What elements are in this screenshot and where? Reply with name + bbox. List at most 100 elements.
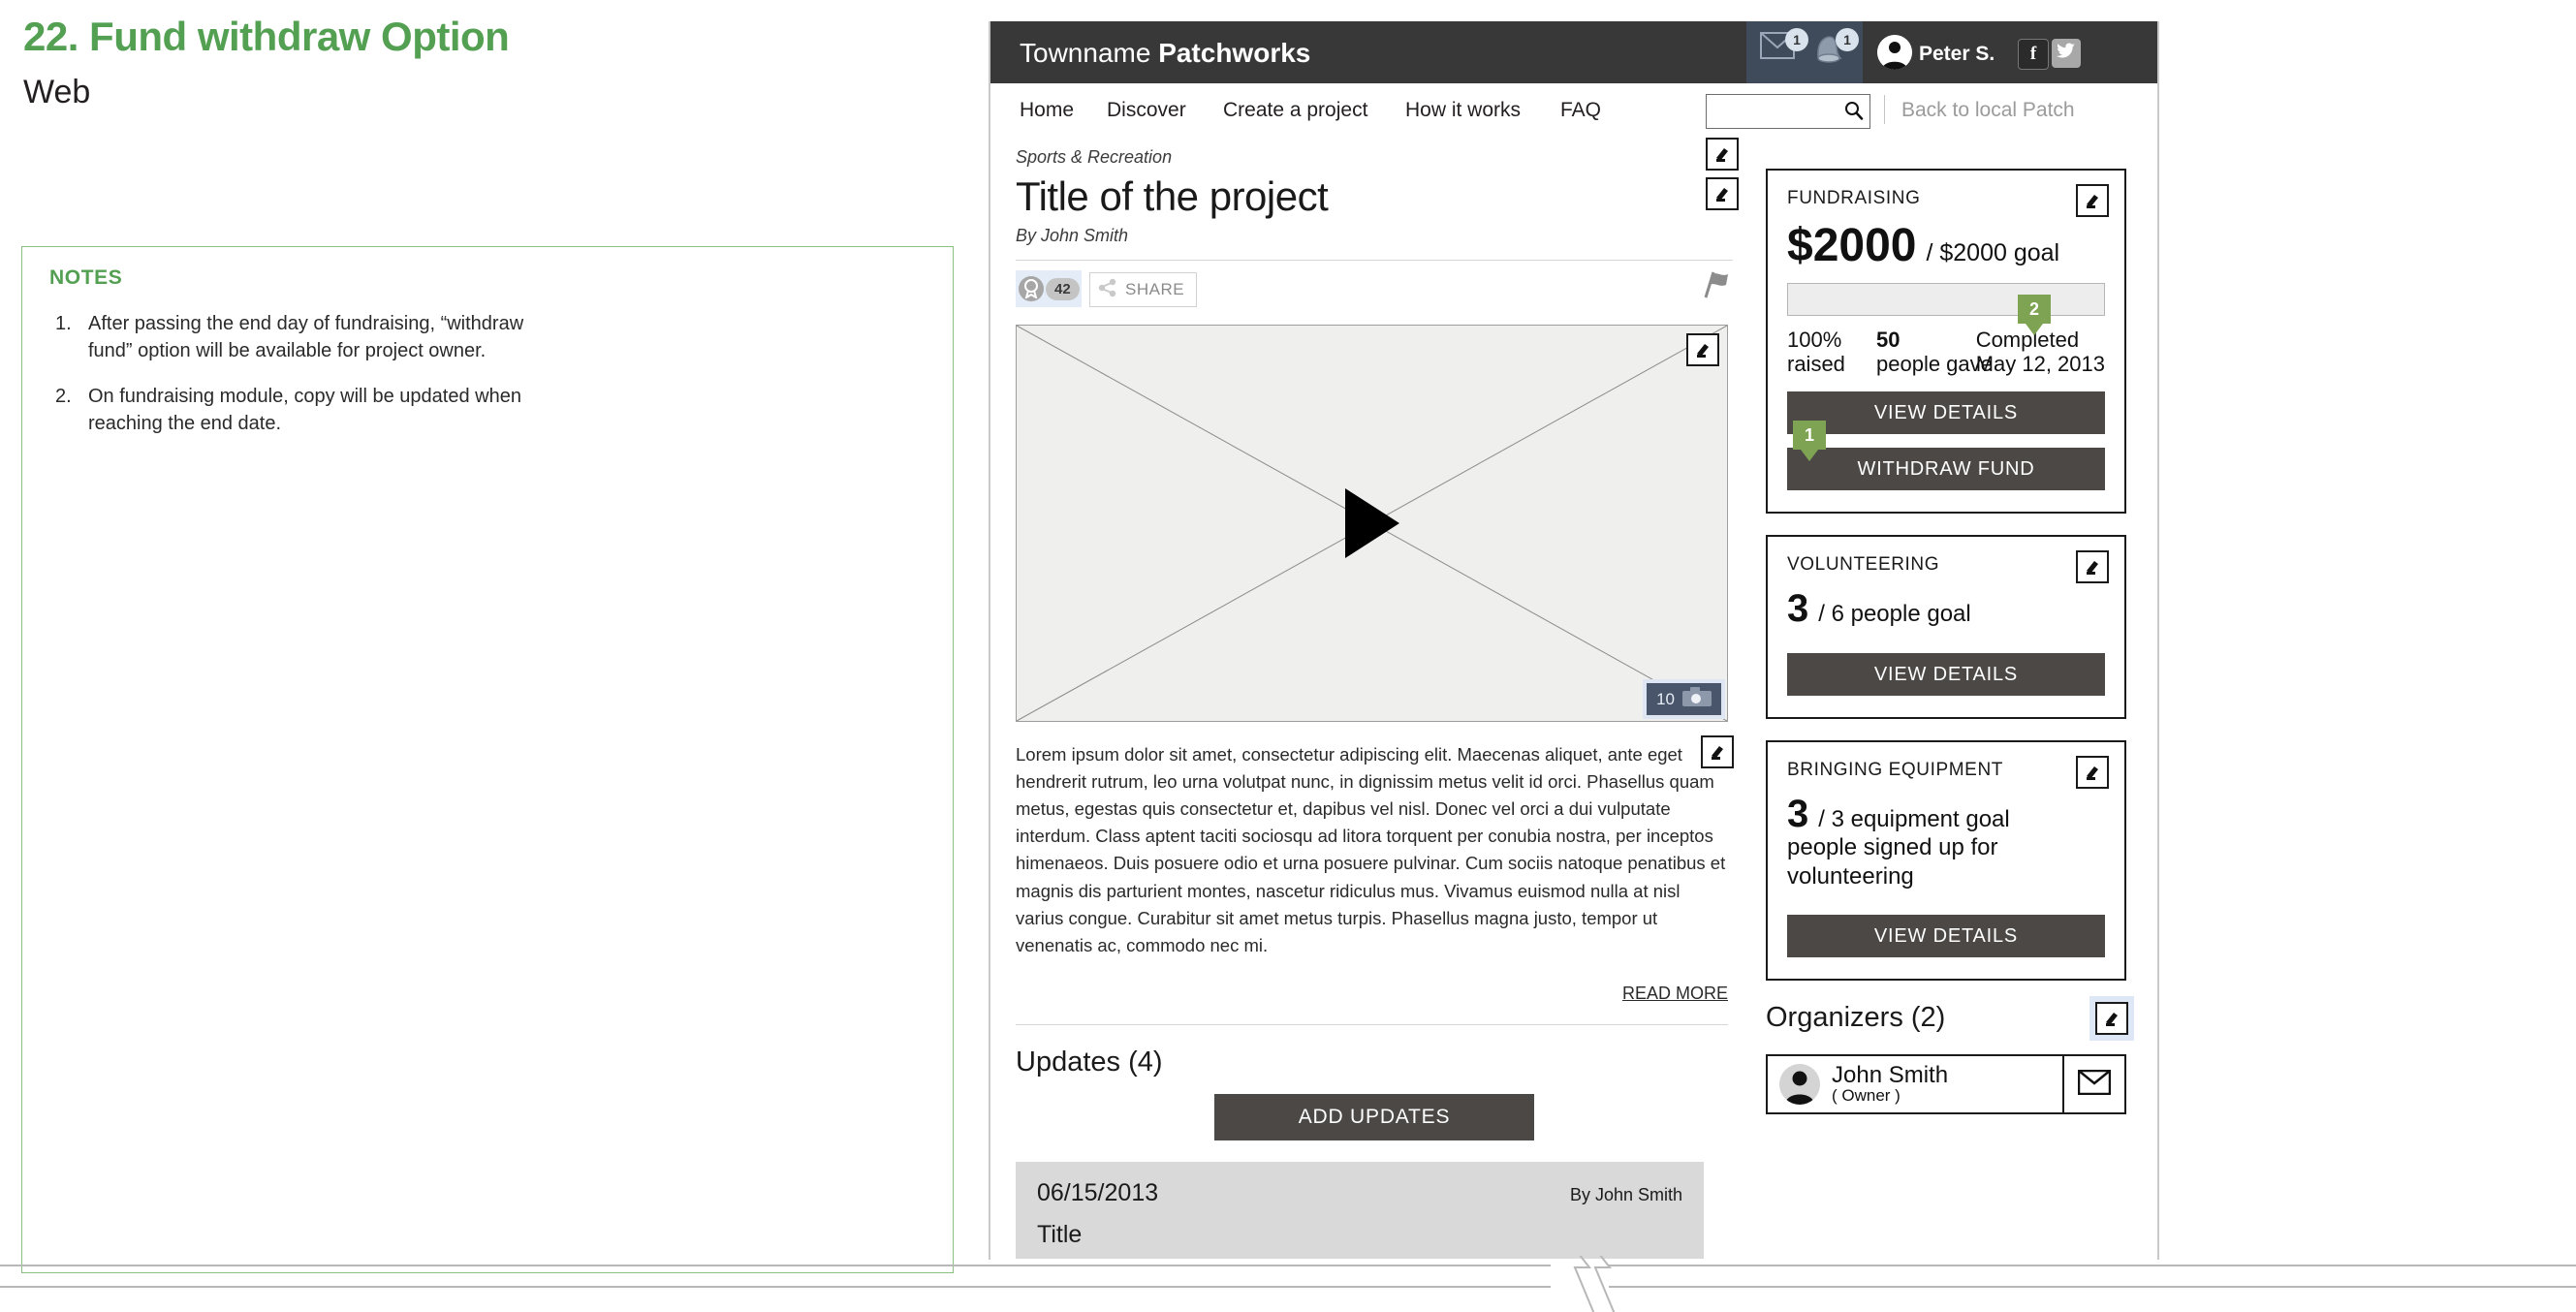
page-title: 22. Fund withdraw Option [23, 14, 510, 59]
equipment-view-details-button[interactable]: VIEW DETAILS [1787, 915, 2105, 957]
nav-create-a-project[interactable]: Create a project [1223, 99, 1367, 122]
stat-label: raised [1787, 352, 1845, 377]
edit-media-button[interactable] [1686, 333, 1719, 366]
spec-column: 22. Fund withdraw Option Web NOTES 1. Af… [0, 0, 989, 1312]
notes-list: 1. After passing the end day of fundrais… [55, 311, 559, 456]
back-to-local-patch-link[interactable]: Back to local Patch [1901, 99, 2075, 122]
equipment-panel: BRINGING EQUIPMENT 3 / 3 equipment goal p… [1766, 740, 2126, 981]
search-box[interactable] [1706, 94, 1870, 129]
project-description-text: Lorem ipsum dolor sit amet, consectetur … [1016, 744, 1726, 955]
add-updates-button[interactable]: ADD UPDATES [1214, 1094, 1534, 1141]
organizer-list-item[interactable]: John Smith ( Owner ) [1766, 1054, 2126, 1114]
project-category: Sports & Recreation [1016, 147, 1173, 167]
ribbon-award-icon [1019, 276, 1044, 301]
volunteering-count: 3 [1787, 587, 1809, 630]
fundraising-panel: FUNDRAISING $2000 / $2000 goal 2 100% rai… [1766, 169, 2126, 514]
divider [1016, 260, 1733, 261]
main-nav: Home Discover Create a project How it wo… [990, 83, 2157, 138]
brand-prefix: Townname [1020, 38, 1159, 68]
project-title: Title of the project [1016, 173, 1329, 219]
nav-home[interactable]: Home [1020, 99, 1074, 122]
notifications-badge: 1 [1836, 28, 1859, 51]
update-list-item[interactable]: 06/15/2013 By John Smith Title [1016, 1162, 1704, 1260]
twitter-bird-icon [2057, 43, 2076, 65]
notes-panel: NOTES 1. After passing the end day of fu… [21, 246, 954, 1273]
fundraising-goal: / $2000 goal [1926, 239, 2060, 266]
social-action-row: 42 SHARE [1016, 270, 1733, 307]
volunteering-panel: VOLUNTEERING 3 / 6 people goal VIEW DETAI… [1766, 535, 2126, 719]
edit-fundraising-button[interactable] [2076, 184, 2109, 217]
platform-label: Web [23, 74, 91, 110]
messages-button[interactable]: 1 [1760, 28, 1808, 73]
edit-description-button[interactable] [1701, 735, 1734, 768]
bell-icon [1810, 36, 1849, 71]
brand-bold: Patchworks [1158, 38, 1311, 68]
update-title: Title [1037, 1221, 1083, 1249]
facebook-button[interactable]: f [2018, 39, 2049, 70]
read-more-link[interactable]: READ MORE [1016, 981, 1728, 1007]
envelope-icon [1760, 32, 1801, 67]
equipment-goal: / 3 equipment goal [1818, 806, 2010, 832]
withdraw-fund-button[interactable]: WITHDRAW FUND [1787, 448, 2105, 490]
username-label[interactable]: Peter S. [1919, 43, 1995, 66]
edit-category-button[interactable] [1706, 138, 1739, 171]
photo-count-badge[interactable]: 10 [1643, 679, 1725, 719]
messages-badge: 1 [1785, 28, 1808, 51]
note-item: 2. On fundraising module, copy will be u… [55, 384, 559, 437]
nav-faq[interactable]: FAQ [1560, 99, 1601, 122]
edit-organizers-button[interactable] [2089, 996, 2134, 1041]
update-author: By John Smith [1569, 1185, 1682, 1205]
app-mockup-frame: Townname Patchworks 1 1 Peter S. f Home … [989, 21, 2159, 1260]
nav-how-it-works[interactable]: How it works [1405, 99, 1521, 122]
edit-title-button[interactable] [1706, 177, 1739, 210]
annotation-marker-1: 1 [1793, 421, 1826, 450]
brand-logo[interactable]: Townname Patchworks [1020, 38, 1310, 69]
notes-heading: NOTES [49, 266, 123, 289]
search-input[interactable] [1712, 99, 1842, 124]
volunteering-goal: / 6 people goal [1818, 601, 1971, 627]
note-text: After passing the end day of fundraising… [88, 313, 524, 361]
flag-icon[interactable] [1700, 270, 1733, 304]
organizer-text: John Smith ( Owner ) [1832, 1063, 1948, 1106]
nav-discover[interactable]: Discover [1107, 99, 1186, 122]
magnifier-icon[interactable] [1844, 101, 1864, 125]
equipment-count: 3 [1787, 793, 1809, 835]
note-text: On fundraising module, copy will be upda… [88, 386, 521, 434]
organizers-header: Organizers (2) [1766, 996, 2134, 1045]
stat-percent-raised: 100% raised [1787, 328, 1845, 377]
edit-equipment-button[interactable] [2076, 756, 2109, 789]
organizer-role: ( Owner ) [1832, 1086, 1901, 1106]
project-video-placeholder[interactable]: 10 [1016, 325, 1728, 722]
volunteering-view-details-button[interactable]: VIEW DETAILS [1787, 653, 2105, 696]
fundraising-stats: 2 100% raised 50 people gave Completed M… [1787, 295, 2105, 378]
award-button[interactable]: 42 [1016, 270, 1082, 307]
stat-value: 100% [1787, 328, 1842, 352]
project-byline: By John Smith [1016, 226, 1129, 245]
avatar[interactable] [1877, 35, 1912, 70]
project-sidebar: FUNDRAISING $2000 / $2000 goal 2 100% rai… [1766, 169, 2134, 1114]
stat-label: May 12, 2013 [1975, 352, 2105, 377]
fundraising-view-details-button[interactable]: VIEW DETAILS [1787, 391, 2105, 434]
notification-group: 1 1 [1746, 21, 1863, 83]
organizer-name: John Smith [1832, 1062, 1949, 1089]
play-triangle-icon[interactable] [1344, 488, 1399, 558]
avatar [1779, 1064, 1820, 1105]
pencil-edit-icon [2095, 1002, 2128, 1035]
divider [1016, 1024, 1728, 1026]
equipment-count-row: 3 / 3 equipment goal [1787, 795, 2105, 833]
share-button[interactable]: SHARE [1089, 272, 1198, 307]
volunteering-count-row: 3 / 6 people goal [1787, 589, 2105, 628]
fundraising-progress-bar [1787, 283, 2105, 316]
annotation-marker-2: 2 [2018, 295, 2051, 324]
camera-icon [1682, 687, 1712, 711]
note-number: 1. [55, 313, 72, 334]
photo-count: 10 [1656, 689, 1675, 708]
message-organizer-button[interactable] [2062, 1056, 2124, 1112]
equipment-subtext: people signed up for volunteering [1787, 834, 1998, 890]
organizers-title: Organizers (2) [1766, 1002, 1946, 1033]
page-break-indicator [0, 1256, 2576, 1312]
twitter-button[interactable] [2052, 39, 2081, 68]
notifications-button[interactable]: 1 [1810, 28, 1859, 73]
fundraising-title: FUNDRAISING [1787, 188, 1921, 208]
edit-volunteering-button[interactable] [2076, 550, 2109, 583]
